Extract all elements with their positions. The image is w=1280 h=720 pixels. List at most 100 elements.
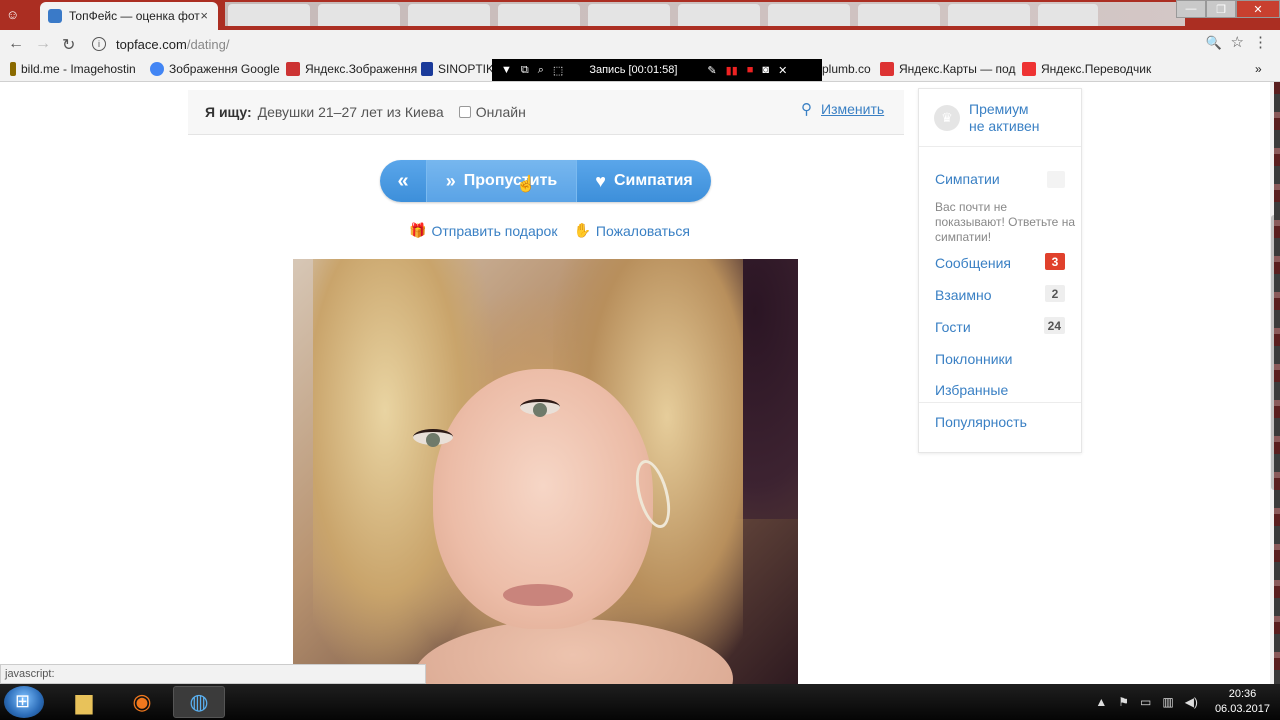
send-gift-link[interactable]: 🎁 Отправить подарок: [409, 222, 557, 239]
network-icon[interactable]: ▥: [1162, 695, 1173, 709]
address-bar[interactable]: i topface.com/dating/: [88, 33, 1260, 55]
region-icon[interactable]: ⬚: [553, 64, 563, 77]
profile-photo[interactable]: [293, 259, 798, 684]
photo-lips: [503, 584, 573, 606]
window-controls: — ❐ ✕: [1176, 0, 1280, 18]
bookmark-item[interactable]: Яндекс.Зображення: [286, 62, 417, 76]
tab-title: ТопФейс — оценка фот: [69, 9, 200, 23]
sidebar: ♛ Премиум не активен Симпатии Вас почти н…: [918, 88, 1082, 453]
user-profile-icon[interactable]: ☺: [6, 7, 19, 22]
photo-eye-right: [520, 399, 560, 417]
display-icon[interactable]: ▭: [1140, 695, 1151, 709]
premium-line1: Премиум: [969, 100, 1029, 117]
bookmark-label: SINOPTIK: [438, 62, 495, 76]
folder-icon: ▆: [75, 689, 93, 714]
bookmark-item[interactable]: plumb.co: [822, 62, 871, 76]
forward-arrow-icon[interactable]: →: [35, 35, 51, 53]
background-tab[interactable]: [318, 4, 400, 26]
photo-eye-left: [413, 429, 453, 447]
more-bookmarks-icon[interactable]: »: [1255, 62, 1262, 76]
file-explorer-button[interactable]: ▆: [58, 686, 110, 718]
minimize-button[interactable]: —: [1176, 0, 1206, 18]
sidebar-item-mutual[interactable]: Взаимно: [935, 287, 992, 303]
yandex-maps-icon: [880, 62, 894, 76]
browser-menu-icon[interactable]: ⋮: [1253, 33, 1268, 51]
change-search-link[interactable]: ⚲ Изменить: [801, 100, 884, 118]
tab-active[interactable]: ТопФейс — оценка фот ×: [40, 2, 218, 30]
bookmark-item[interactable]: bild.me - Imagehostin: [10, 62, 136, 76]
pen-icon[interactable]: ✎: [707, 64, 716, 77]
yandex-images-icon: [286, 62, 300, 76]
like-label: Симпатия: [613, 172, 693, 189]
reload-icon[interactable]: ↻: [62, 35, 75, 55]
action-center-flag-icon[interactable]: ⚑: [1118, 695, 1129, 709]
sidebar-item-likes[interactable]: Симпатии: [935, 171, 1000, 187]
zoom-icon[interactable]: 🔍: [1206, 35, 1222, 51]
online-label: Онлайн: [475, 104, 526, 120]
bookmark-item[interactable]: Яндекс.Карты — под: [880, 62, 1015, 76]
sidebar-item-messages[interactable]: Сообщения: [935, 255, 1011, 271]
bookmark-item[interactable]: Зображення Google: [150, 62, 280, 76]
bookmark-item[interactable]: SINOPTIK: [421, 62, 494, 76]
tab-close-icon[interactable]: ×: [200, 8, 208, 23]
online-checkbox[interactable]: [458, 106, 471, 118]
recording-timer: Запись [00:01:58]: [589, 64, 678, 76]
sidebar-item-popularity[interactable]: Популярность: [935, 414, 1027, 430]
background-tab[interactable]: [498, 4, 580, 26]
hand-cursor-icon: ☝: [516, 176, 536, 193]
close-window-button[interactable]: ✕: [1236, 0, 1280, 18]
close-icon[interactable]: ✕: [778, 64, 787, 77]
url-host: topface.com: [116, 36, 187, 52]
clock[interactable]: 20:36 06.03.2017: [1215, 687, 1270, 717]
back-arrow-icon[interactable]: ←: [8, 35, 24, 53]
start-button[interactable]: [4, 686, 44, 718]
background-tab[interactable]: [1038, 4, 1098, 26]
url-path: /dating/: [186, 36, 230, 52]
search-icon: ⚲: [801, 101, 812, 118]
site-info-icon[interactable]: i: [92, 37, 106, 51]
search-label: Я ищу:: [205, 104, 252, 120]
yandex-translate-icon: [1022, 62, 1036, 76]
bookmark-star-icon[interactable]: ☆: [1231, 33, 1244, 51]
sidebar-item-favorites[interactable]: Избранные: [935, 382, 1008, 398]
complain-link[interactable]: ✋ Пожаловаться: [573, 222, 689, 239]
sidebar-item-fans[interactable]: Поклонники: [935, 351, 1012, 367]
background-tab[interactable]: [408, 4, 490, 26]
camera-icon[interactable]: ◙: [762, 64, 769, 76]
status-bar: javascript:: [0, 664, 426, 684]
background-tab[interactable]: [678, 4, 760, 26]
window-icon[interactable]: ⧉: [521, 64, 529, 77]
stop-icon[interactable]: ■: [747, 64, 754, 76]
crown-icon: ♛: [934, 104, 960, 131]
firefox-button[interactable]: ◉: [116, 686, 168, 718]
sinoptik-icon: [421, 62, 433, 76]
windows-taskbar: ▆ ◉ ◍ ▲ ⚑ ▭ ▥ ◀) 20:36 06.03.2017: [0, 684, 1280, 720]
background-tab[interactable]: [588, 4, 670, 26]
heart-icon: ♥: [595, 170, 606, 191]
send-gift-label: Отправить подарок: [431, 222, 558, 239]
screen-recorder-toolbar: ▼ ⧉ ⌕ ⬚ Запись [00:01:58] ✎ ▮▮ ■ ◙ ✕: [492, 59, 822, 81]
pause-icon[interactable]: ▮▮: [726, 64, 738, 77]
gift-icon: 🎁: [409, 222, 427, 238]
background-tab[interactable]: [858, 4, 940, 26]
background-tab[interactable]: [228, 4, 310, 26]
show-hidden-icons-icon[interactable]: ▲: [1095, 695, 1107, 709]
sidebar-item-guests[interactable]: Гости: [935, 319, 971, 335]
maximize-button[interactable]: ❐: [1206, 0, 1236, 18]
bookmark-label: Яндекс.Карты — под: [899, 62, 1016, 76]
bookmark-item[interactable]: Яндекс.Переводчик: [1022, 62, 1151, 76]
dropdown-icon[interactable]: ▼: [501, 64, 512, 76]
browser-button[interactable]: ◍: [173, 686, 225, 718]
background-tab[interactable]: [768, 4, 850, 26]
volume-icon[interactable]: ◀): [1185, 695, 1198, 709]
secondary-actions: 🎁 Отправить подарок ✋ Пожаловаться: [409, 222, 706, 239]
back-button[interactable]: «: [380, 160, 427, 202]
page-content: Я ищу: Девушки 21–27 лет из Киева Онлайн…: [0, 82, 1270, 684]
topface-favicon-icon: [48, 9, 62, 23]
skip-button[interactable]: » Пропустить: [427, 160, 577, 202]
background-tab[interactable]: [948, 4, 1030, 26]
premium-block[interactable]: ♛ Премиум не активен: [919, 89, 1081, 147]
like-button[interactable]: ♥ Симпатия: [577, 160, 711, 202]
zoom-icon[interactable]: ⌕: [538, 64, 544, 77]
bookmark-label: Зображення Google: [169, 62, 280, 76]
